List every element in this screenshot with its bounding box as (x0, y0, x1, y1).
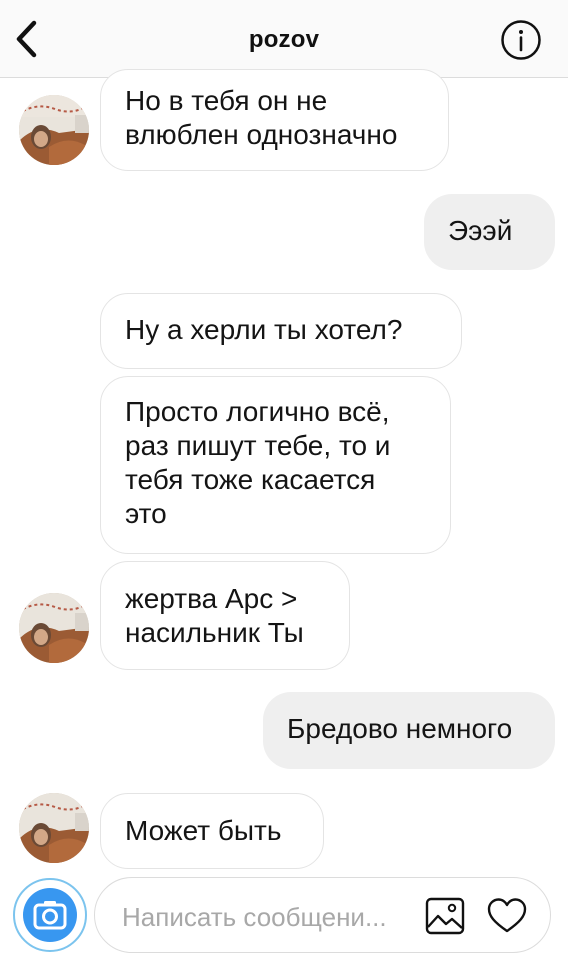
message-bubble-incoming[interactable]: Просто логично всё, раз пишут тебе, то и… (100, 376, 451, 554)
message-composer[interactable]: Написать сообщени... (94, 877, 551, 953)
avatar[interactable] (19, 793, 89, 863)
avatar-photo (19, 793, 89, 863)
message-bubble-outgoing[interactable]: Эээй (424, 194, 555, 270)
message-line: насильник Ты (125, 617, 304, 648)
message-line: жертва Арс > (125, 583, 298, 614)
message-line: это (125, 498, 167, 529)
message-line: влюблен однозначно (125, 119, 398, 150)
message-line: Но в тебя он не (125, 85, 328, 116)
message-line: Ну а херли ты хотел? (125, 314, 403, 345)
message-line: тебя тоже касается (125, 464, 376, 495)
message-bubble-incoming[interactable]: Может быть (100, 793, 324, 869)
message-bubble-incoming[interactable]: Ну а херли ты хотел? (100, 293, 462, 369)
message-line: Бредово немного (287, 713, 513, 744)
gallery-icon (425, 897, 465, 935)
message-bubble-outgoing[interactable]: Бредово немного (263, 692, 555, 769)
avatar[interactable] (19, 593, 89, 663)
avatar-photo (19, 593, 89, 663)
chat-header: pozov (0, 0, 568, 78)
message-bubble-incoming[interactable]: Но в тебя он не влюблен однозначно (100, 69, 449, 171)
camera-button[interactable] (13, 878, 87, 952)
chat-title[interactable]: pozov (0, 26, 568, 54)
message-line: Просто логично всё, (125, 396, 390, 427)
heart-icon (487, 898, 527, 933)
message-line: Может быть (125, 815, 282, 846)
like-button[interactable] (486, 896, 528, 936)
message-line: раз пишут тебе, то и (125, 430, 391, 461)
message-input[interactable]: Написать сообщени... (122, 902, 387, 933)
avatar[interactable] (19, 95, 89, 165)
info-icon (501, 20, 541, 60)
info-button[interactable] (500, 19, 542, 61)
message-bubble-incoming[interactable]: жертва Арс > насильник Ты (100, 561, 350, 670)
camera-button-fill (23, 888, 77, 942)
message-line: Эээй (448, 215, 513, 246)
camera-icon (33, 901, 67, 930)
gallery-button[interactable] (424, 896, 466, 936)
avatar-photo (19, 95, 89, 165)
